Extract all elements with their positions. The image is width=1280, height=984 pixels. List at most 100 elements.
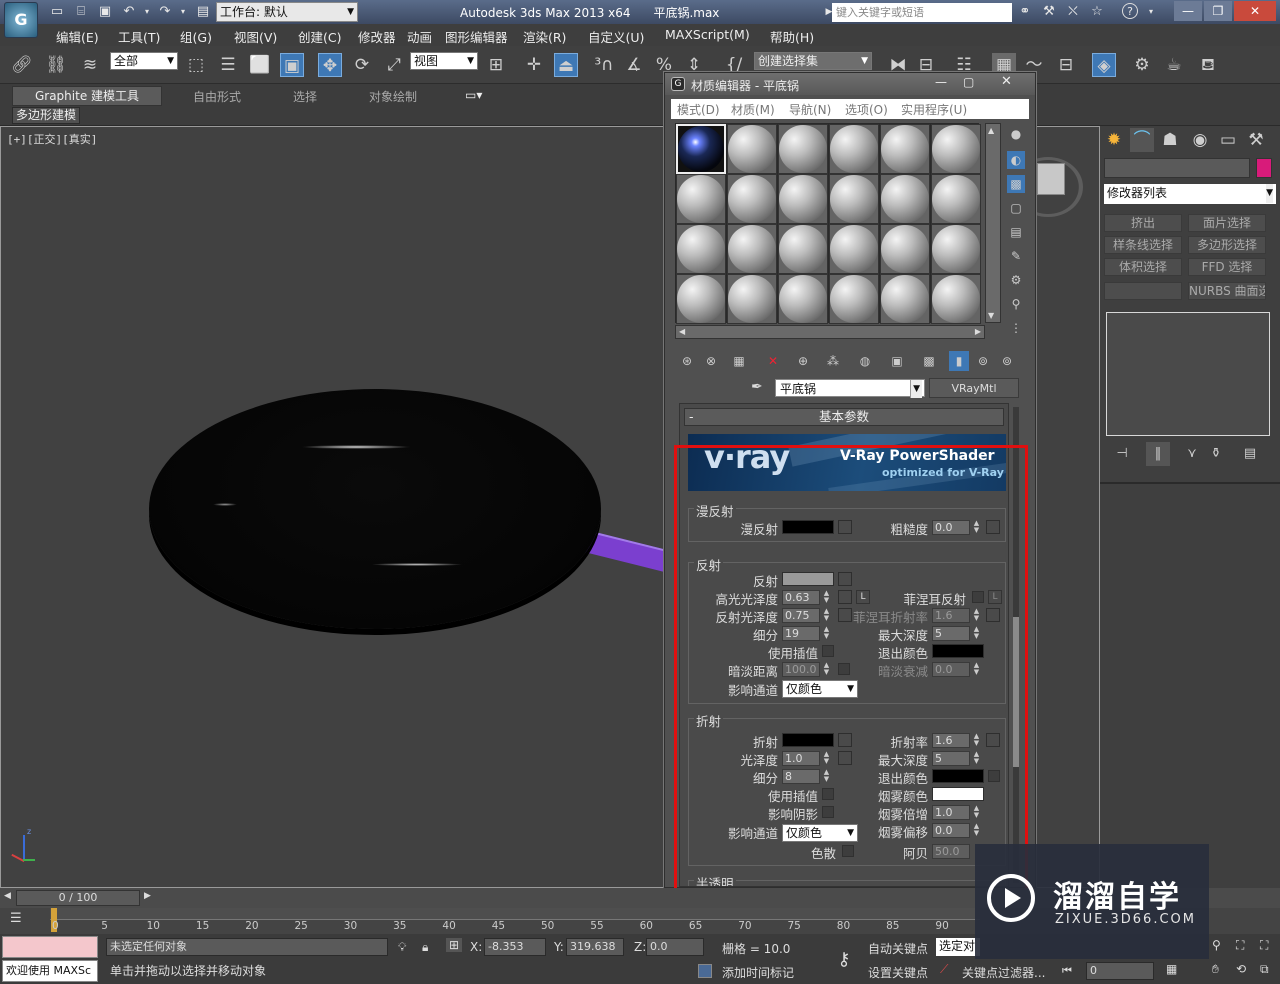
scroll-right-icon[interactable]: ▶ [975,327,981,336]
pick-from-object-icon[interactable]: ⊚ [997,351,1017,371]
communication-center-icon[interactable]: ⛌ [1064,3,1082,21]
viewcube-box[interactable] [1037,163,1065,195]
menu-utilities[interactable]: 实用程序(U) [901,101,967,118]
assign-to-selection-icon[interactable]: ▦ [729,351,749,371]
get-material-icon[interactable]: ⊛ [677,351,697,371]
unlink-icon[interactable]: ⛓︎ [44,53,68,77]
restore-button[interactable]: ▢ [963,75,974,89]
render-production-icon[interactable]: ⛾ [1196,53,1220,77]
redo-dropdown-icon[interactable]: ▾ [174,3,192,21]
show-map-in-viewport-icon[interactable]: ▣ [887,351,907,371]
sample-slot[interactable] [880,224,930,274]
sample-type-icon[interactable]: ● [1007,125,1025,143]
selection-filter-dropdown[interactable]: 全部 ▼ [110,52,178,70]
select-object-icon[interactable]: ⬚ [184,53,208,77]
make-unique-icon[interactable]: ⊕ [793,351,813,371]
material-editor-icon[interactable]: ◈ [1092,53,1116,77]
sample-slot[interactable] [727,124,777,174]
open-file-icon[interactable]: ⌸ [72,3,90,21]
modify-tab-icon[interactable]: ⌒ [1130,128,1154,152]
modifier-button[interactable]: 面片选择 [1188,214,1266,232]
time-config-icon[interactable]: ▦ [1166,962,1177,976]
menu-edit[interactable]: 编辑(E) [56,27,99,46]
key-filters-button[interactable]: 关键点过滤器... [962,964,1045,981]
angle-snap-icon[interactable]: ∡ [622,53,646,77]
frying-pan-object[interactable] [149,389,601,629]
options-icon[interactable]: ⚙ [1007,271,1025,289]
menu-maxscript[interactable]: MAXScript(M) [665,27,750,42]
key-mode-icon[interactable]: ⟋ [940,962,948,977]
auto-key-button[interactable]: 自动关键点 [868,940,928,957]
material-id-channel-icon[interactable]: ◍ [855,351,875,371]
sample-slot[interactable] [676,274,726,324]
sample-slot[interactable] [829,274,879,324]
select-by-material-icon[interactable]: ⚲ [1007,295,1025,313]
remove-modifier-icon[interactable]: ⚱ [1204,442,1228,466]
subscription-icon[interactable]: ⚒ [1040,3,1058,21]
restore-button[interactable]: ❐ [1204,1,1232,21]
menu-tools[interactable]: 工具(T) [118,27,160,46]
undo-icon[interactable]: ↶ [120,3,138,21]
menu-modifiers[interactable]: 修改器 [358,27,396,46]
viewport-label[interactable]: [+][正交][真实] [7,131,97,147]
configure-sets-icon[interactable]: ▤ [1238,442,1262,466]
show-end-result-icon[interactable]: ▩ [919,351,939,371]
add-time-tag[interactable]: 添加时间标记 [722,964,794,981]
material-map-navigator-icon[interactable]: ⋮ [1007,319,1025,337]
help-dropdown-icon[interactable]: ▾ [1142,3,1160,21]
create-tab-icon[interactable]: ✹ [1102,128,1126,152]
make-preview-icon[interactable]: ✎ [1007,247,1025,265]
menu-group[interactable]: 组(G) [180,27,212,46]
sample-slot[interactable] [829,174,879,224]
time-slider-thumb[interactable]: 0 / 100 [16,890,140,906]
modifier-stack[interactable] [1106,312,1270,436]
rendered-frame-icon[interactable]: ☕ [1162,53,1186,77]
utilities-tab-icon[interactable]: ⚒ [1244,128,1268,152]
scroll-down-icon[interactable]: ▼ [988,311,994,320]
go-to-parent-icon[interactable]: ▮ [949,351,969,371]
slots-vscroll[interactable]: ▲ ▼ [985,123,1001,323]
menu-create[interactable]: 创建(C) [298,27,341,46]
redo-icon[interactable]: ↷ [156,3,174,21]
go-forward-sibling-icon[interactable]: ⊚ [973,351,993,371]
modifier-button[interactable] [1104,282,1182,300]
absolute-mode-icon[interactable]: ⊞ [446,938,463,952]
sample-slot[interactable] [931,274,981,324]
sample-slot-active[interactable] [676,124,726,174]
z-coord-field[interactable]: 0.0 [646,938,704,956]
backlight-icon[interactable]: ◐ [1007,151,1025,169]
set-key-button[interactable]: 设置关键点 [868,964,928,981]
motion-tab-icon[interactable]: ◉ [1188,128,1212,152]
video-color-check-icon[interactable]: ▤ [1007,223,1025,241]
hierarchy-tab-icon[interactable]: ☗ [1158,128,1182,152]
modifier-button[interactable]: 多边形选择 [1188,236,1266,254]
ref-coord-dropdown[interactable]: 视图 ▼ [410,52,478,70]
selected-dropdown[interactable]: 选定对 [936,938,980,956]
schematic-view-icon[interactable]: ⊟ [1054,53,1078,77]
sample-slot[interactable] [676,224,726,274]
background-icon[interactable]: ▩ [1007,175,1025,193]
menu-modes[interactable]: 模式(D) [677,101,720,118]
object-name-field[interactable] [1104,158,1250,178]
menu-options[interactable]: 选项(O) [845,101,888,118]
close-button[interactable]: ✕ [1001,74,1012,89]
ribbon-tab-freeform[interactable]: 自由形式 [193,88,241,105]
rect-select-region-icon[interactable]: ⬜ [248,53,272,77]
render-setup-icon[interactable]: ⚙ [1130,53,1154,77]
select-scale-icon[interactable]: ⤢ [382,53,406,77]
snaps-toggle-icon[interactable]: ³∩ [592,53,616,77]
show-end-result-icon[interactable]: ‖ [1146,442,1170,466]
make-unique-icon[interactable]: ⋎ [1180,442,1204,466]
menu-navigation[interactable]: 导航(N) [789,101,831,118]
object-color-swatch[interactable] [1256,158,1272,178]
keyboard-shortcut-toggle-icon[interactable]: ⏏ [554,53,578,77]
sample-slot[interactable] [778,124,828,174]
sample-slot[interactable] [727,274,777,324]
window-crossing-icon[interactable]: ▣ [280,53,304,77]
modifier-button[interactable]: 体积选择 [1104,258,1182,276]
orbit-icon[interactable]: ⟲ [1236,962,1246,976]
set-key-icon[interactable]: ⚷ [830,946,858,974]
menu-help[interactable]: 帮助(H) [770,27,814,46]
select-manipulate-icon[interactable]: ✛ [522,53,546,77]
sample-slot[interactable] [880,274,930,324]
